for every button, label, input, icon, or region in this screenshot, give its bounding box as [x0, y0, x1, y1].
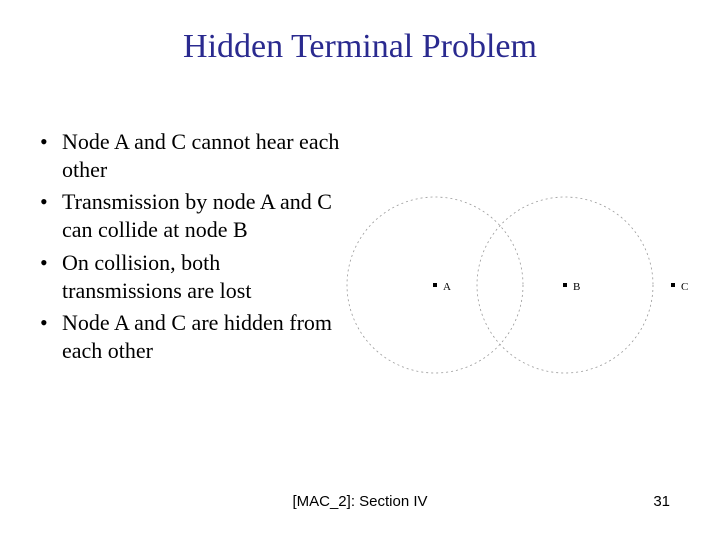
bullet-dot: • — [40, 249, 62, 305]
footer-reference: [MAC_2]: Section IV — [0, 493, 720, 510]
diagram-svg: A B C — [345, 180, 705, 390]
node-b-label: B — [573, 281, 580, 293]
list-item: • On collision, both transmissions are l… — [40, 249, 340, 305]
list-item: • Transmission by node A and C can colli… — [40, 188, 340, 244]
list-item: • Node A and C are hidden from each othe… — [40, 309, 340, 365]
hidden-terminal-diagram: A B C — [345, 180, 705, 390]
slide-title: Hidden Terminal Problem — [0, 28, 720, 66]
list-item: • Node A and C cannot hear each other — [40, 128, 340, 184]
slide: Hidden Terminal Problem • Node A and C c… — [0, 0, 720, 540]
bullet-text: Node A and C are hidden from each other — [62, 309, 340, 365]
node-c-dot — [671, 283, 675, 287]
node-c-label: C — [681, 281, 688, 293]
node-b-dot — [563, 283, 567, 287]
bullet-text: Transmission by node A and C can collide… — [62, 188, 340, 244]
node-a-dot — [433, 283, 437, 287]
bullet-dot: • — [40, 188, 62, 244]
bullet-text: On collision, both transmissions are los… — [62, 249, 340, 305]
node-a-label: A — [443, 281, 451, 293]
bullet-list: • Node A and C cannot hear each other • … — [40, 128, 340, 369]
bullet-dot: • — [40, 309, 62, 365]
bullet-dot: • — [40, 128, 62, 184]
page-number: 31 — [653, 493, 670, 510]
bullet-text: Node A and C cannot hear each other — [62, 128, 340, 184]
